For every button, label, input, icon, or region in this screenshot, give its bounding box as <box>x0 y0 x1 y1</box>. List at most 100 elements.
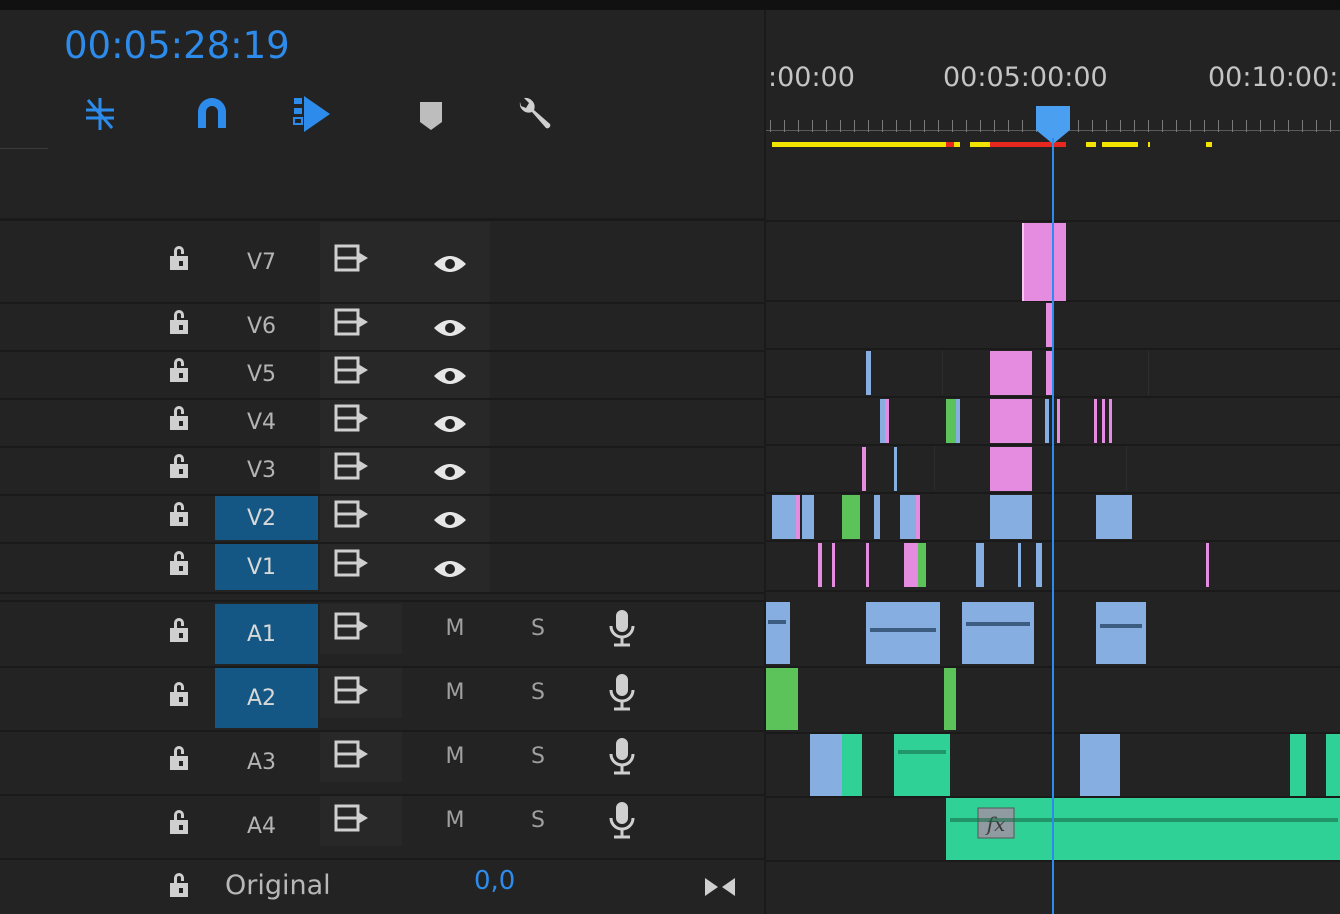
svg-text:fx: fx <box>985 812 1006 836</box>
eye-icon-v5[interactable] <box>432 364 468 388</box>
sync-lock-icon-v1[interactable] <box>334 549 370 577</box>
sync-lock-icon-a2[interactable] <box>334 676 370 704</box>
track-target-v1[interactable]: V1 <box>215 544 318 590</box>
track-target-v7[interactable]: V7 <box>215 224 318 300</box>
window-top-band <box>0 0 1340 10</box>
eye-icon-v6[interactable] <box>432 316 468 340</box>
lock-icon-v3[interactable] <box>170 454 192 480</box>
row-separator <box>0 730 764 732</box>
voiceover-record-icon-a3[interactable] <box>604 736 640 776</box>
clip-v2-blue-a <box>772 495 796 539</box>
clip-v4-blue <box>880 399 885 443</box>
lock-icon-a4[interactable] <box>170 810 192 836</box>
toolbar-underline <box>0 148 48 149</box>
lock-icon-v5[interactable] <box>170 358 192 384</box>
mute-button-a4[interactable]: M <box>440 808 470 833</box>
header-separator <box>0 218 764 221</box>
clip-v4-pink <box>990 399 1032 443</box>
track-target-v6[interactable]: V6 <box>215 304 318 348</box>
lock-icon-a2[interactable] <box>170 682 192 708</box>
mute-button-a2[interactable]: M <box>440 680 470 705</box>
sync-lock-icon-v2[interactable] <box>334 500 370 528</box>
track-row-a1 <box>0 602 764 666</box>
ruler-label-start: :00:00 <box>768 62 855 93</box>
track-row-v4 <box>0 398 764 446</box>
row-separator <box>0 446 764 448</box>
clip-v4-green <box>946 399 956 443</box>
mute-button-a1[interactable]: M <box>440 616 470 641</box>
mute-button-a3[interactable]: M <box>440 744 470 769</box>
row-separator <box>0 542 764 544</box>
row-separator <box>0 398 764 400</box>
eye-icon-v7[interactable] <box>432 252 468 276</box>
sync-lock-icon-a4[interactable] <box>334 804 370 832</box>
clip-v2-green <box>842 495 860 539</box>
lock-icon-v4[interactable] <box>170 406 192 432</box>
track-target-a3[interactable]: A3 <box>215 732 318 792</box>
solo-button-a4[interactable]: S <box>523 808 553 833</box>
row-separator <box>0 666 764 668</box>
solo-button-a1[interactable]: S <box>523 616 553 641</box>
lock-icon-v6[interactable] <box>170 310 192 336</box>
track-row-v1 <box>0 542 764 592</box>
master-meter-toggle-icon[interactable] <box>703 876 737 898</box>
sync-lock-icon-v7[interactable] <box>334 244 370 272</box>
row-separator <box>0 600 764 602</box>
track-row-v3 <box>0 446 764 494</box>
row-separator <box>0 494 764 496</box>
sync-lock-icon-v3[interactable] <box>334 452 370 480</box>
track-target-a4[interactable]: A4 <box>215 796 318 856</box>
master-volume-value[interactable]: 0,0 <box>474 866 515 896</box>
lock-icon-a1[interactable] <box>170 618 192 644</box>
track-target-v4[interactable]: V4 <box>215 400 318 444</box>
track-target-a1[interactable]: A1 <box>215 604 318 664</box>
sync-lock-icon-a1[interactable] <box>334 612 370 640</box>
add-marker-icon[interactable] <box>412 92 456 136</box>
voiceover-record-icon-a2[interactable] <box>604 672 640 712</box>
sync-lock-icon-a3[interactable] <box>334 740 370 768</box>
clip-v5-pink-a <box>990 351 1032 395</box>
insert-overwrite-sequence-icon[interactable] <box>78 92 122 136</box>
timeline-settings-wrench-icon[interactable] <box>512 92 556 136</box>
clip-a1-audio-a <box>766 602 790 664</box>
row-separator <box>0 302 764 304</box>
playhead-line[interactable] <box>1052 138 1054 914</box>
row-separator <box>0 858 764 860</box>
track-row-a2 <box>0 666 764 730</box>
track-row-a3 <box>0 730 764 794</box>
voiceover-record-icon-a1[interactable] <box>604 608 640 648</box>
solo-button-a2[interactable]: S <box>523 680 553 705</box>
linked-selection-icon[interactable] <box>290 92 334 136</box>
track-row-v2 <box>0 494 764 542</box>
voiceover-record-icon-a4[interactable] <box>604 800 640 840</box>
track-target-v3[interactable]: V3 <box>215 448 318 492</box>
eye-icon-v1[interactable] <box>432 557 468 581</box>
eye-icon-v2[interactable] <box>432 508 468 532</box>
snap-magnet-icon[interactable] <box>190 92 234 136</box>
clip-v3-pink <box>862 447 866 491</box>
lock-icon-v2[interactable] <box>170 502 192 528</box>
clip-v1-pink-b <box>904 543 918 587</box>
solo-button-a3[interactable]: S <box>523 744 553 769</box>
track-target-a2[interactable]: A2 <box>215 668 318 728</box>
ruler-label-5min: 00:05:00:00 <box>943 62 1108 93</box>
row-separator <box>0 350 764 352</box>
clip-v5-blue <box>866 351 871 395</box>
master-lock-icon[interactable] <box>170 873 192 899</box>
row-separator <box>0 592 764 594</box>
playhead-timecode[interactable]: 00:05:28:19 <box>64 24 290 67</box>
sync-lock-icon-v4[interactable] <box>334 404 370 432</box>
clip-v1-pink-a <box>818 543 822 587</box>
eye-icon-v4[interactable] <box>432 412 468 436</box>
sync-lock-icon-v5[interactable] <box>334 356 370 384</box>
track-row-v6 <box>0 302 764 350</box>
track-row-a4 <box>0 794 764 858</box>
clip-v7-pink <box>1022 223 1066 301</box>
sync-lock-icon-v6[interactable] <box>334 308 370 336</box>
lock-icon-a3[interactable] <box>170 746 192 772</box>
lock-icon-v7[interactable] <box>170 246 192 272</box>
track-target-v2[interactable]: V2 <box>215 496 318 540</box>
lock-icon-v1[interactable] <box>170 551 192 577</box>
eye-icon-v3[interactable] <box>432 460 468 484</box>
track-target-v5[interactable]: V5 <box>215 352 318 396</box>
